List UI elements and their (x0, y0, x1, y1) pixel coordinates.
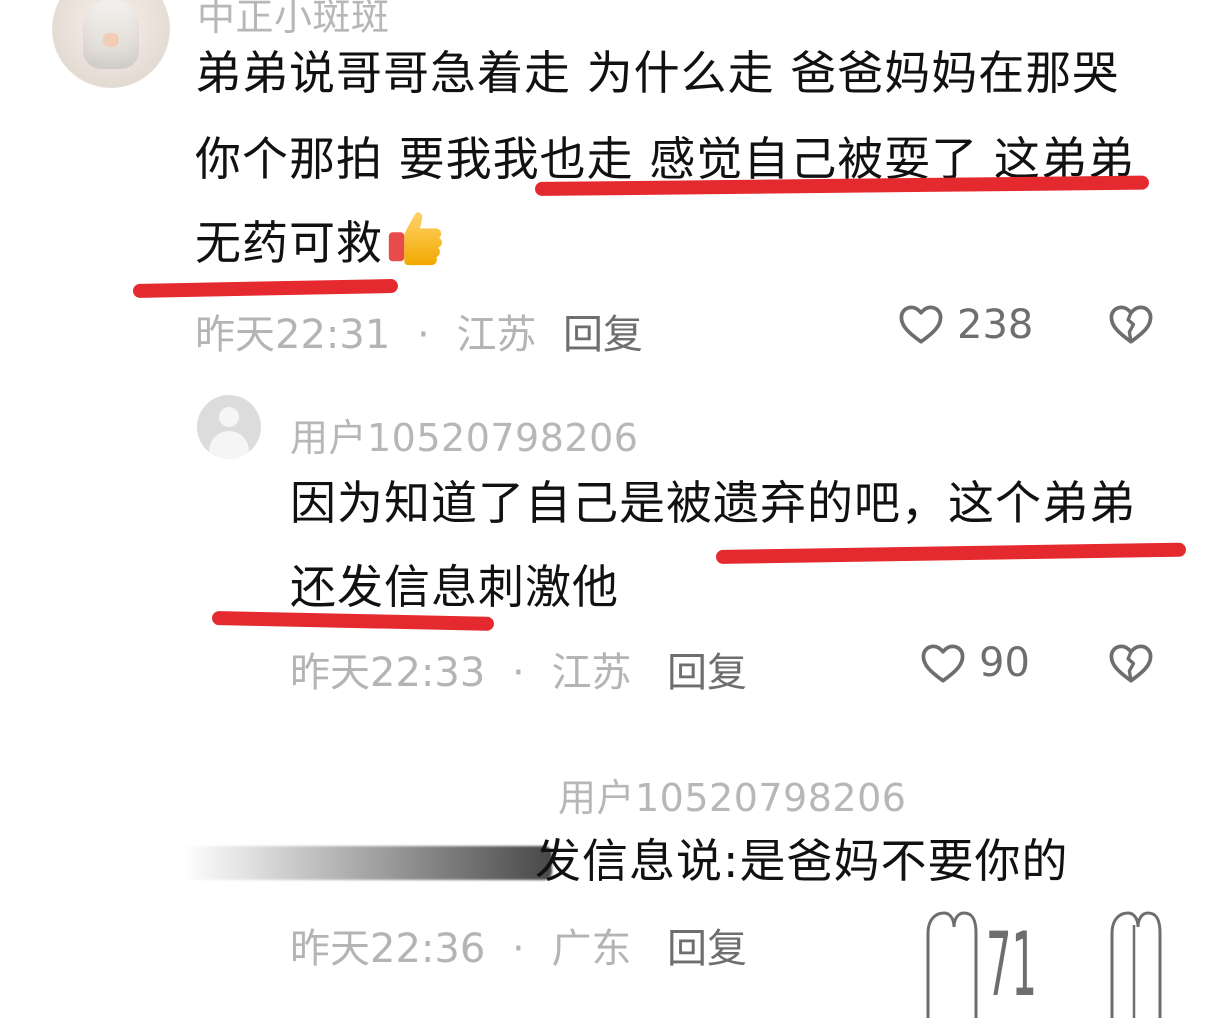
comment-username[interactable]: 用户10520798206 (558, 767, 906, 822)
like-button[interactable] (918, 638, 968, 688)
like-count: 71 (986, 916, 1037, 1018)
thumbs-up-icon (388, 212, 442, 266)
comment-text-line: 弟弟说哥哥急着走 为什么走 爸爸妈妈在那哭 (195, 46, 1120, 100)
comment-time: 昨天22:31 (195, 312, 391, 358)
comment-meta: 昨天22:36 · 广东 (290, 916, 631, 974)
like-count: 238 (957, 302, 1034, 348)
broken-heart-icon (1109, 305, 1153, 344)
dislike-button[interactable] (1106, 638, 1156, 688)
highlight-underline (132, 278, 399, 298)
comment-text-line: 因为知道了自己是被遗弃的吧，这个弟弟 (290, 476, 1136, 530)
like-count: 90 (979, 640, 1030, 686)
like-button[interactable] (922, 905, 978, 1018)
dislike-button[interactable] (1106, 905, 1162, 1018)
comment-location: 广东 (551, 926, 632, 972)
reply-button[interactable]: 回复 (667, 640, 747, 698)
separator-dot: · (512, 650, 525, 696)
like-button[interactable] (896, 299, 946, 349)
heart-outline-icon (899, 305, 943, 344)
separator-dot: · (417, 312, 430, 358)
reply-button[interactable]: 回复 (563, 302, 643, 360)
avatar-head (219, 407, 239, 427)
comment-text: 无药可救 (195, 216, 383, 270)
avatar[interactable] (197, 395, 261, 459)
separator-dot: · (512, 926, 525, 972)
comment-location: 江苏 (551, 650, 632, 696)
broken-heart-icon (1109, 644, 1153, 683)
comment-location: 江苏 (456, 312, 537, 358)
comment-text-line: 无药可救 (195, 200, 445, 286)
comment-meta: 昨天22:33 · 江苏 (290, 640, 631, 698)
avatar-hands (103, 33, 119, 47)
heart-outline-icon (921, 644, 965, 683)
comment-time: 昨天22:36 (290, 926, 486, 972)
motion-smear (182, 846, 552, 880)
dislike-button[interactable] (1106, 299, 1156, 349)
comment-meta: 昨天22:31 · 江苏 (195, 302, 536, 360)
comment-time: 昨天22:33 (290, 650, 486, 696)
avatar-body (209, 431, 249, 459)
avatar[interactable] (52, 0, 170, 88)
heart-outline-icon (926, 911, 978, 1018)
comment-username[interactable]: 用户10520798206 (290, 407, 638, 462)
broken-heart-icon (1110, 911, 1162, 1018)
comment-text-line: 发信息说:是爸妈不要你的 (535, 834, 1069, 888)
reply-button[interactable]: 回复 (667, 916, 747, 974)
